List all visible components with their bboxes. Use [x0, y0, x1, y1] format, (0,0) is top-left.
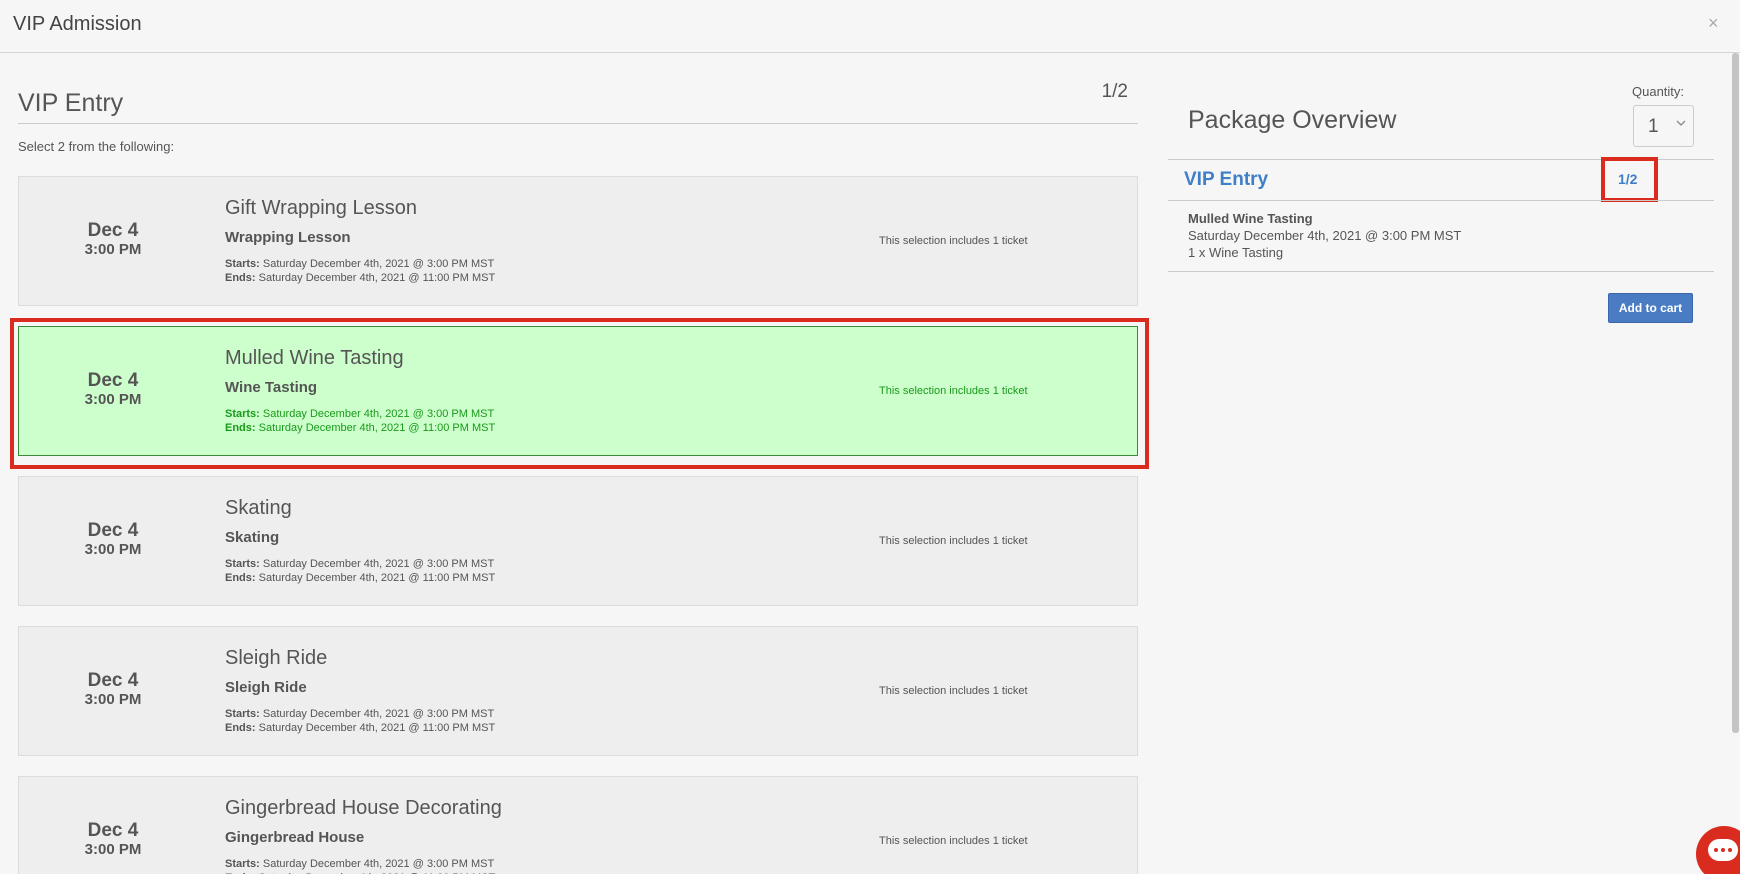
option-starts: Starts: Saturday December 4th, 2021 @ 3:…	[225, 708, 494, 720]
option-day: Dec 4	[87, 670, 139, 691]
option-subtitle: Sleigh Ride	[225, 679, 307, 696]
option-starts-label: Starts:	[225, 258, 260, 270]
option-starts-value: Saturday December 4th, 2021 @ 3:00 PM MS…	[262, 558, 495, 570]
package-count-highlight	[1601, 157, 1658, 202]
modal-header: VIP Admission ×	[0, 0, 1740, 53]
option-ends-value: Saturday December 4th, 2021 @ 11:00 PM M…	[258, 722, 496, 734]
modal-title: VIP Admission	[13, 13, 142, 35]
option-day: Dec 4	[87, 370, 139, 391]
option-day: Dec 4	[87, 220, 139, 241]
option-name: Gingerbread House Decorating	[225, 797, 502, 819]
option-date: Dec 4 3:00 PM	[19, 221, 207, 259]
overview-divider-middle	[1168, 200, 1714, 201]
option-ends-label: Ends:	[225, 572, 256, 584]
option-ticket-note: This selection includes 1 ticket	[879, 685, 1028, 697]
overview-divider-bottom	[1168, 271, 1714, 272]
option-date: Dec 4 3:00 PM	[19, 371, 207, 409]
option-starts-value: Saturday December 4th, 2021 @ 3:00 PM MS…	[262, 258, 495, 270]
section-count: 1/2	[1101, 81, 1128, 102]
option-ends-value: Saturday December 4th, 2021 @ 11:00 PM M…	[258, 422, 496, 434]
option-ends: Ends: Saturday December 4th, 2021 @ 11:0…	[225, 422, 495, 434]
option-subtitle: Gingerbread House	[225, 829, 365, 846]
quantity-select[interactable]: 1	[1633, 105, 1694, 147]
option-ends-value: Saturday December 4th, 2021 @ 11:00 PM M…	[258, 272, 496, 284]
option-card[interactable]: Dec 4 3:00 PM Gingerbread House Decorating…	[18, 776, 1138, 874]
option-date: Dec 4 3:00 PM	[19, 671, 207, 709]
option-name: Gift Wrapping Lesson	[225, 197, 417, 219]
option-starts-label: Starts:	[225, 408, 260, 420]
selected-item-quantity: 1 x Wine Tasting	[1188, 245, 1284, 260]
option-starts-value: Saturday December 4th, 2021 @ 3:00 PM MS…	[262, 708, 495, 720]
option-ticket-note: This selection includes 1 ticket	[879, 385, 1028, 397]
option-starts-label: Starts:	[225, 858, 260, 870]
option-card[interactable]: Dec 4 3:00 PM Sleigh Ride Sleigh Ride Starts…	[18, 626, 1138, 756]
option-day: Dec 4	[87, 520, 139, 541]
option-name: Mulled Wine Tasting	[225, 347, 404, 369]
option-ends: Ends: Saturday December 4th, 2021 @ 11:0…	[225, 272, 495, 284]
selected-item-date: Saturday December 4th, 2021 @ 3:00 PM MS…	[1188, 228, 1462, 243]
option-ticket-note: This selection includes 1 ticket	[879, 835, 1028, 847]
option-time: 3:00 PM	[84, 241, 142, 258]
option-card[interactable]: Dec 4 3:00 PM Skating Skating Starts: Saturd…	[18, 476, 1138, 606]
section-divider	[18, 123, 1138, 124]
close-icon[interactable]: ×	[1708, 13, 1719, 33]
option-subtitle: Wrapping Lesson	[225, 229, 351, 246]
selection-instruction: Select 2 from the following:	[18, 139, 175, 154]
quantity-value: 1	[1648, 116, 1659, 137]
option-time: 3:00 PM	[84, 391, 142, 408]
option-starts: Starts: Saturday December 4th, 2021 @ 3:…	[225, 558, 494, 570]
option-time: 3:00 PM	[84, 841, 142, 858]
package-overview-panel: Package Overview Quantity: 1 VIP Entry 1…	[1168, 53, 1714, 874]
overview-title: Package Overview	[1188, 106, 1397, 134]
option-ends: Ends: Saturday December 4th, 2021 @ 11:0…	[225, 722, 495, 734]
section-title: VIP Entry	[18, 89, 124, 117]
scrollbar-thumb[interactable]	[1732, 53, 1739, 733]
option-date: Dec 4 3:00 PM	[19, 521, 207, 559]
option-name: Skating	[225, 497, 292, 519]
option-starts: Starts: Saturday December 4th, 2021 @ 3:…	[225, 408, 494, 420]
option-ends-label: Ends:	[225, 422, 256, 434]
option-starts-label: Starts:	[225, 708, 260, 720]
option-starts-label: Starts:	[225, 558, 260, 570]
option-ends-label: Ends:	[225, 272, 256, 284]
selected-item-name: Mulled Wine Tasting	[1188, 211, 1313, 226]
option-starts-value: Saturday December 4th, 2021 @ 3:00 PM MS…	[262, 858, 495, 870]
option-ends-value: Saturday December 4th, 2021 @ 11:00 PM M…	[258, 572, 496, 584]
package-section-title[interactable]: VIP Entry	[1184, 169, 1268, 191]
option-ticket-note: This selection includes 1 ticket	[879, 535, 1028, 547]
option-starts-value: Saturday December 4th, 2021 @ 3:00 PM MS…	[262, 408, 495, 420]
option-starts: Starts: Saturday December 4th, 2021 @ 3:…	[225, 258, 494, 270]
option-starts: Starts: Saturday December 4th, 2021 @ 3:…	[225, 858, 494, 870]
option-subtitle: Skating	[225, 529, 280, 546]
option-ends-label: Ends:	[225, 722, 256, 734]
option-subtitle: Wine Tasting	[225, 379, 318, 396]
option-day: Dec 4	[87, 820, 139, 841]
add-to-cart-button[interactable]: Add to cart	[1608, 293, 1693, 323]
chevron-down-icon	[1676, 118, 1686, 131]
option-card[interactable]: Dec 4 3:00 PM Mulled Wine Tasting Wine Tast…	[18, 326, 1138, 456]
option-card[interactable]: Dec 4 3:00 PM Gift Wrapping Lesson Wrapping…	[18, 176, 1138, 306]
quantity-label: Quantity:	[1632, 84, 1685, 99]
option-ticket-note: This selection includes 1 ticket	[879, 235, 1028, 247]
option-ends: Ends: Saturday December 4th, 2021 @ 11:0…	[225, 572, 495, 584]
option-time: 3:00 PM	[84, 541, 142, 558]
option-time: 3:00 PM	[84, 691, 142, 708]
option-name: Sleigh Ride	[225, 647, 328, 669]
chat-bubble-shape	[1708, 839, 1738, 861]
option-date: Dec 4 3:00 PM	[19, 821, 207, 859]
selection-column: VIP Entry 1/2 Select 2 from the followin…	[18, 53, 1138, 874]
